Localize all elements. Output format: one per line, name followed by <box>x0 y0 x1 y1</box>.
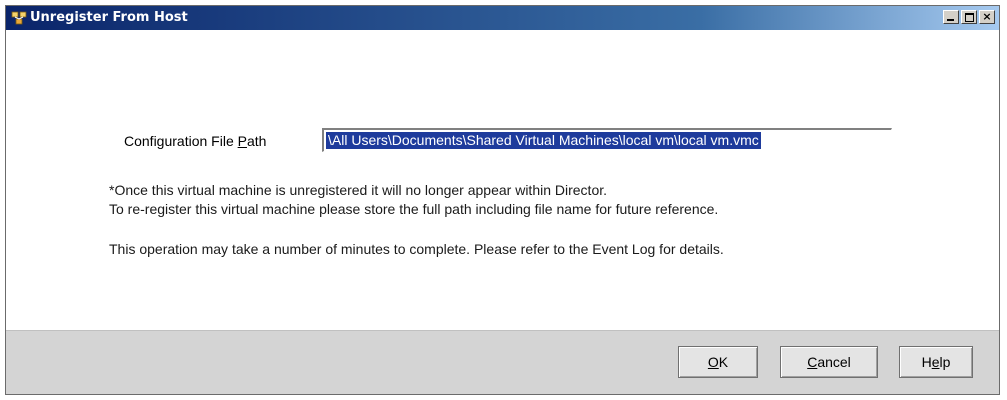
config-file-path-value[interactable]: \All Users\Documents\Shared Virtual Mach… <box>326 132 761 149</box>
window-title: Unregister From Host <box>30 10 188 25</box>
director-host-icon <box>11 10 27 26</box>
operation-duration-text: This operation may take a number of minu… <box>109 241 724 257</box>
cancel-button[interactable]: Cancel <box>780 346 878 378</box>
ok-button[interactable]: OK <box>678 346 758 378</box>
help-button[interactable]: Help <box>899 346 973 378</box>
button-bar: OK Cancel Help <box>6 330 999 394</box>
title-bar[interactable]: Unregister From Host × <box>6 6 999 30</box>
minimize-icon[interactable] <box>943 10 959 24</box>
config-file-path-field[interactable]: \All Users\Documents\Shared Virtual Mach… <box>322 128 892 152</box>
reregister-instruction-text: To re-register this virtual machine plea… <box>109 201 719 217</box>
unregister-warning-text: *Once this virtual machine is unregister… <box>109 182 608 198</box>
maximize-icon[interactable] <box>961 10 977 24</box>
config-file-path-label: Configuration File Path <box>124 133 267 149</box>
dialog-content: Configuration File Path \All Users\Docum… <box>6 30 999 330</box>
dialog-window: Unregister From Host × Configuration Fil… <box>5 5 1000 395</box>
close-icon[interactable]: × <box>979 10 995 24</box>
